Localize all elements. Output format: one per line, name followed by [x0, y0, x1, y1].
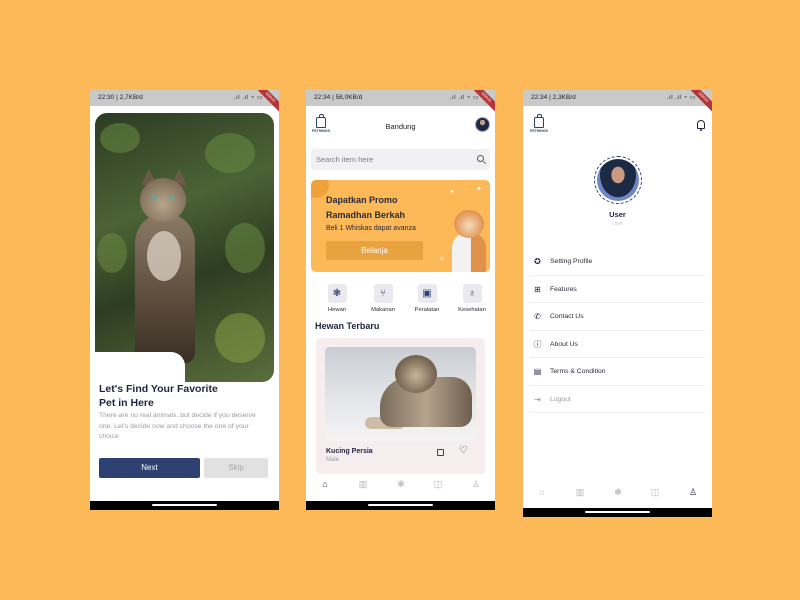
user-name: User — [609, 210, 626, 219]
hero-image — [95, 113, 274, 382]
profile-menu: ✪ Setting Profile ⊞ Features ✆ Contact U… — [530, 248, 705, 413]
status-icons: .ıl .ıl ◔ ▭ — [233, 95, 263, 101]
store-icon[interactable]: ▥ — [568, 487, 592, 498]
document-icon: ▤ — [533, 367, 542, 376]
location-label[interactable]: Bandung — [306, 122, 495, 131]
onboarding-description: There are no real animals, but decide if… — [99, 412, 256, 440]
food-icon: ⑂ — [373, 284, 393, 303]
system-nav-bar — [523, 508, 712, 517]
avatar[interactable] — [475, 117, 490, 132]
phone-icon: ✆ — [534, 312, 541, 321]
promo-title: Dapatkan Promo Ramadhan Berkah — [326, 195, 406, 220]
profile-icon[interactable]: ♙ — [464, 479, 488, 490]
paw-icon: ❃ — [327, 284, 347, 303]
onboarding-title: Let's Find Your Favorite Pet in Here — [99, 383, 218, 409]
info-icon: ⓘ — [533, 339, 542, 349]
home-gesture-handle[interactable] — [368, 504, 433, 506]
home-gesture-handle[interactable] — [585, 511, 650, 513]
home-gesture-handle[interactable] — [152, 504, 217, 506]
logout-icon: ⇥ — [534, 394, 541, 404]
status-time: 22:30 | 2,7KB/d — [98, 94, 143, 101]
menu-about-us[interactable]: ⓘ About Us — [530, 331, 705, 358]
skip-button[interactable]: Skip — [204, 458, 268, 478]
status-bar: 22:30 | 2,7KB/d .ıl .ıl ◔ ▭ DEBUG — [90, 90, 279, 115]
bottom-tab-bar: ⌂ ▥ ❃ ◫ ♙ — [523, 487, 712, 507]
cat-image — [450, 210, 488, 272]
home-icon[interactable]: ⌂ — [313, 479, 337, 489]
grid-icon: ⊞ — [534, 284, 541, 294]
app-logo: PETHINGS — [529, 114, 549, 135]
bag-icon[interactable] — [437, 449, 444, 456]
category-kesehatan[interactable]: ♁ Kesehatan — [452, 284, 492, 313]
menu-logout[interactable]: ⇥ Logout — [530, 386, 705, 413]
search-icon — [477, 155, 484, 162]
bag-icon[interactable]: ◫ — [426, 479, 450, 490]
category-hewan[interactable]: ❃ Hewan — [317, 284, 357, 313]
shop-button[interactable]: Belanja — [326, 241, 423, 260]
home-icon[interactable]: ⌂ — [530, 487, 554, 497]
promo-banner[interactable]: Dapatkan Promo Ramadhan Berkah Beli 1 Wh… — [311, 180, 490, 272]
status-icons: .ıl .ıl ◔ ▭ — [666, 95, 696, 101]
stethoscope-icon: ♁ — [462, 284, 482, 303]
onboarding-screen: 22:30 | 2,7KB/d .ıl .ıl ◔ ▭ DEBUG Let's … — [90, 90, 279, 510]
bell-icon[interactable] — [697, 120, 705, 131]
promo-subtitle: Beli 1 Whiskas dapat avanza — [326, 225, 416, 232]
user-subtitle: User — [612, 221, 623, 227]
category-peralatan[interactable]: ▣ Peralatan — [407, 284, 447, 313]
search-input[interactable]: Search item here — [311, 149, 490, 170]
status-time: 22:34 | 58,0KB/d — [314, 94, 363, 101]
product-card[interactable]: Kucing Persia Male ♡ — [316, 338, 485, 474]
store-icon[interactable]: ▥ — [351, 479, 375, 490]
status-time: 22:34 | 2,3KB/d — [531, 94, 576, 101]
sparkle-icon: ✦ — [449, 189, 455, 196]
product-image — [325, 347, 476, 441]
next-button[interactable]: Next — [99, 458, 200, 478]
toolbox-icon: ▣ — [417, 284, 437, 303]
menu-features[interactable]: ⊞ Features — [530, 276, 705, 303]
status-icons: .ıl .ıl ◔ ▭ — [449, 95, 479, 101]
paw-icon[interactable]: ❃ — [606, 487, 630, 498]
section-title: Hewan Terbaru — [315, 321, 380, 331]
bag-icon[interactable]: ◫ — [643, 487, 667, 498]
system-nav-bar — [306, 501, 495, 510]
search-placeholder: Search item here — [316, 155, 374, 164]
paw-icon[interactable]: ❃ — [389, 479, 413, 490]
profile-icon[interactable]: ♙ — [681, 487, 705, 498]
status-bar: 22:34 | 58,0KB/d .ıl .ıl ◔ ▭ DEBUG — [306, 90, 495, 115]
sparkle-icon: ✦ — [476, 186, 482, 193]
home-screen: 22:34 | 58,0KB/d .ıl .ıl ◔ ▭ DEBUG PETHI… — [306, 90, 495, 510]
menu-terms[interactable]: ▤ Terms & Condition — [530, 358, 705, 386]
avatar[interactable] — [594, 156, 642, 204]
menu-setting-profile[interactable]: ✪ Setting Profile — [530, 248, 705, 276]
profile-screen: 22:34 | 2,3KB/d .ıl .ıl ◔ ▭ DEBUG PETHIN… — [523, 90, 712, 517]
category-makanan[interactable]: ⑂ Makanan — [363, 284, 403, 313]
system-nav-bar — [90, 501, 279, 510]
product-gender: Male — [326, 457, 340, 463]
menu-contact-us[interactable]: ✆ Contact Us — [530, 303, 705, 331]
bottom-tab-bar: ⌂ ▥ ❃ ◫ ♙ — [306, 479, 495, 499]
sparkle-icon: ✧ — [439, 256, 445, 263]
gear-icon: ✪ — [534, 257, 541, 266]
status-bar: 22:34 | 2,3KB/d .ıl .ıl ◔ ▭ DEBUG — [523, 90, 712, 115]
heart-icon[interactable]: ♡ — [459, 445, 468, 456]
product-name: Kucing Persia — [326, 448, 373, 455]
